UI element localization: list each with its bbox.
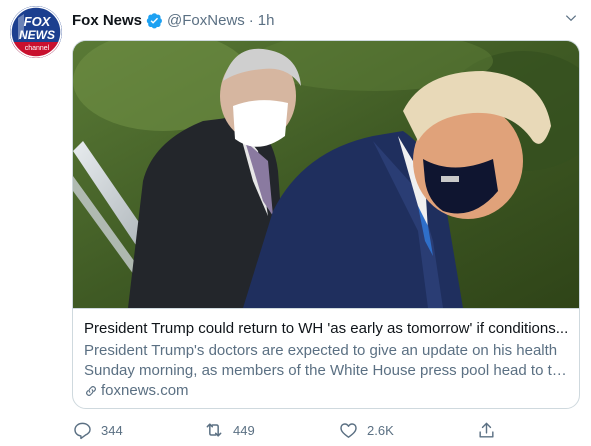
author-name[interactable]: Fox News bbox=[72, 12, 142, 29]
card-description-line: Sunday morning, as members of the White … bbox=[84, 362, 569, 379]
card-domain-text: foxnews.com bbox=[101, 382, 189, 399]
svg-text:FOX: FOX bbox=[24, 14, 52, 29]
card-image[interactable] bbox=[73, 41, 579, 308]
reply-count: 344 bbox=[101, 422, 123, 438]
card-body[interactable]: President Trump could return to WH 'as e… bbox=[73, 308, 579, 408]
card-title[interactable]: President Trump could return to WH 'as e… bbox=[84, 319, 569, 339]
like-button[interactable]: 2.6K bbox=[338, 420, 394, 440]
like-count: 2.6K bbox=[367, 422, 394, 438]
svg-text:channel: channel bbox=[25, 45, 50, 52]
retweet-count: 449 bbox=[233, 422, 255, 438]
fox-news-logo: FOX NEWS channel bbox=[10, 6, 62, 58]
avatar[interactable]: FOX NEWS channel bbox=[10, 6, 62, 58]
share-icon bbox=[476, 420, 496, 440]
link-icon bbox=[84, 384, 98, 398]
retweet-icon bbox=[204, 420, 224, 440]
link-card[interactable]: President Trump could return to WH 'as e… bbox=[72, 40, 580, 409]
retweet-button[interactable]: 449 bbox=[204, 420, 255, 440]
author-handle[interactable]: @FoxNews bbox=[167, 12, 245, 29]
timestamp[interactable]: 1h bbox=[258, 12, 275, 29]
separator: · bbox=[248, 11, 254, 29]
share-button[interactable] bbox=[476, 420, 505, 440]
card-domain[interactable]: foxnews.com bbox=[84, 381, 569, 401]
like-icon bbox=[338, 420, 358, 440]
card-description: President Trump's doctors are expected t… bbox=[84, 341, 569, 381]
card-description-line: President Trump's doctors are expected t… bbox=[84, 342, 558, 359]
tweet-actions: 344 449 2.6K bbox=[72, 418, 502, 442]
svg-text:NEWS: NEWS bbox=[19, 28, 55, 42]
tweet-header: Fox News @FoxNews · 1h bbox=[72, 10, 581, 30]
news-photo bbox=[73, 41, 579, 308]
reply-button[interactable]: 344 bbox=[72, 420, 123, 440]
verified-badge-icon bbox=[146, 12, 163, 29]
reply-icon bbox=[72, 420, 92, 440]
chevron-down-icon[interactable] bbox=[563, 10, 579, 26]
